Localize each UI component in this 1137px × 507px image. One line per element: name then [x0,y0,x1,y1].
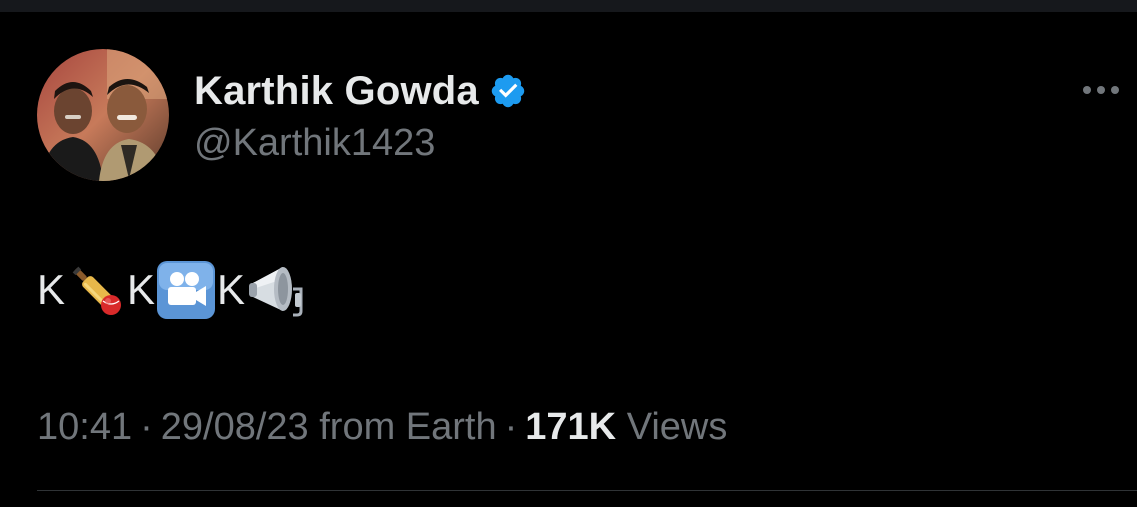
movie-camera-icon [155,259,217,321]
tweet-source: from Earth [319,406,497,448]
author-avatar[interactable] [37,49,169,181]
tweet-text-segment: K [217,266,246,313]
tweet-text: K K K [37,260,307,320]
views-count[interactable]: 171K [525,406,616,448]
tweet-date[interactable]: 29/08/23 [161,406,309,448]
tweet-card: Karthik Gowda @Karthik1423 K K K 10:41 ·… [0,12,1137,507]
dot [1097,86,1105,94]
name-row: Karthik Gowda [194,68,527,114]
more-options-icon[interactable] [1083,80,1127,100]
views-label[interactable]: Views [627,406,728,448]
author-handle[interactable]: @Karthik1423 [194,122,527,165]
cricket-bat-and-ball-icon [65,259,127,321]
author-info: Karthik Gowda @Karthik1423 [194,68,527,165]
tweet-time[interactable]: 10:41 [37,406,132,448]
dot [1083,86,1091,94]
author-display-name[interactable]: Karthik Gowda [194,69,479,114]
top-bar-strip [0,0,1137,12]
dot [1111,86,1119,94]
tweet-meta: 10:41 · 29/08/23 from Earth · 171K Views [37,406,727,449]
megaphone-icon [245,259,307,321]
verified-badge-icon [489,72,527,110]
meta-separator: · [140,406,153,448]
divider [37,490,1137,491]
tweet-text-segment: K [37,266,66,313]
avatar-photo-icon [37,49,169,181]
tweet-text-segment: K [127,266,156,313]
meta-separator: · [504,406,518,448]
